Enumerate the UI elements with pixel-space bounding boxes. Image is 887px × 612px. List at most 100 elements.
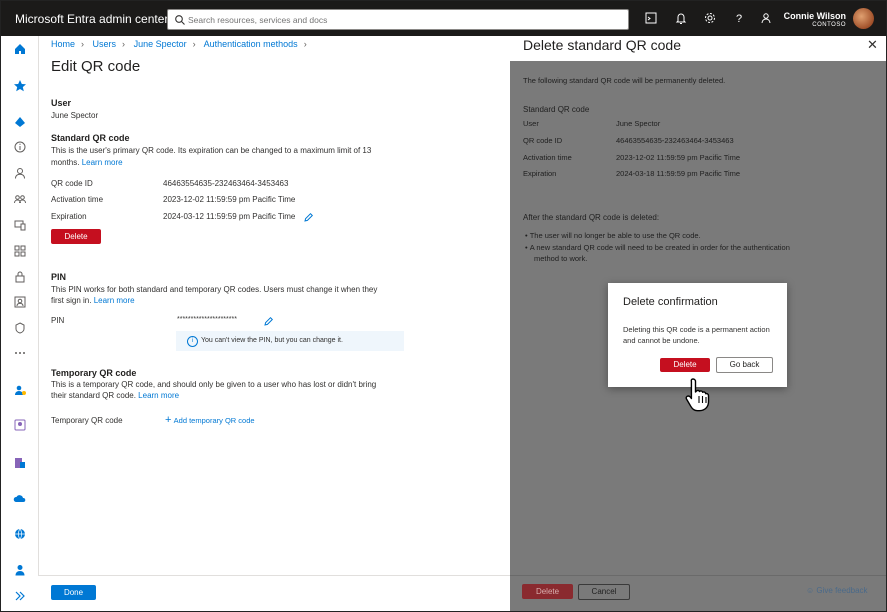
close-icon[interactable]: ✕ [867, 37, 878, 53]
pin-info-text: You can't view the PIN, but you can chan… [201, 337, 343, 344]
user-icon[interactable] [13, 166, 27, 180]
feedback-icon[interactable] [760, 11, 774, 25]
pin-value: ********************** [177, 316, 237, 323]
panel-expiration-value: 2024-03-18 11:59:59 pm Pacific Time [616, 169, 741, 178]
user-section-title: User [51, 98, 72, 108]
app-window: Microsoft Entra admin center ? Connie Wi… [0, 0, 887, 612]
page-title: Edit QR code [51, 58, 141, 75]
home-icon[interactable] [13, 42, 27, 56]
hand-cursor-icon [682, 376, 720, 414]
footer: Done [38, 575, 510, 611]
dialog-go-back-button[interactable]: Go back [716, 357, 773, 373]
standard-desc-cont: months. [51, 158, 80, 167]
breadcrumb-home[interactable]: Home [51, 39, 75, 49]
qr-id-label: QR code ID [51, 179, 93, 188]
search-icon [174, 13, 186, 25]
temp-label: Temporary QR code [51, 416, 123, 425]
feedback-icon: ☺ [806, 586, 815, 595]
dialog-title: Delete confirmation [623, 296, 718, 308]
pin-learn-more-link[interactable]: Learn more [94, 296, 135, 305]
search-box[interactable] [167, 9, 629, 30]
expiration-label: Expiration [51, 212, 87, 221]
temp-section-title: Temporary QR code [51, 368, 137, 378]
globe-icon[interactable] [13, 527, 27, 541]
panel-qr-id-value: 46463554635-232463464-3453463 [616, 136, 734, 145]
standard-delete-button[interactable]: Delete [51, 229, 101, 244]
expand-icon[interactable] [13, 589, 27, 603]
panel-intro: The following standard QR code will be p… [523, 76, 726, 85]
governance-icon[interactable] [13, 321, 27, 335]
badge-icon[interactable] [13, 418, 27, 432]
devices-icon[interactable] [13, 218, 27, 232]
user-name[interactable]: Connie Wilson [784, 11, 846, 21]
avatar[interactable] [853, 8, 874, 29]
search-input[interactable] [186, 11, 620, 28]
edit-expiration-pencil-icon[interactable] [303, 210, 314, 222]
info-icon[interactable] [13, 140, 27, 154]
breadcrumb-sep: › [122, 39, 126, 49]
bell-icon[interactable] [674, 11, 688, 25]
plus-icon: + [165, 414, 172, 426]
panel-after-title: After the standard QR code is deleted: [523, 213, 660, 222]
panel-delete-button[interactable]: Delete [522, 584, 573, 599]
breadcrumb-users[interactable]: Users [93, 39, 117, 49]
identity-icon[interactable] [13, 295, 27, 309]
person-icon[interactable] [13, 563, 27, 577]
pin-desc-cont: first sign in. [51, 296, 92, 305]
panel-bullet-2-cont: method to work. [534, 254, 588, 263]
more-icon[interactable] [13, 346, 27, 360]
temp-learn-more-link[interactable]: Learn more [138, 391, 179, 400]
breadcrumb-auth-methods[interactable]: Authentication methods [204, 39, 298, 49]
gear-icon[interactable] [703, 11, 717, 25]
help-icon[interactable]: ? [732, 11, 746, 25]
standard-section-title: Standard QR code [51, 133, 130, 143]
top-bar: Microsoft Entra admin center ? Connie Wi… [1, 1, 886, 36]
give-feedback-link[interactable]: ☺ Give feedback [806, 586, 868, 595]
dialog-message: Deleting this QR code is a permanent act… [623, 325, 770, 345]
breadcrumb-sep: › [81, 39, 85, 49]
pin-label: PIN [51, 316, 65, 325]
breadcrumb: Home › Users › June Spector › Authenticatio… [51, 39, 313, 49]
cloud-icon[interactable] [13, 492, 27, 506]
expiration-value: 2024-03-12 11:59:59 pm Pacific Time [163, 212, 296, 221]
dialog-delete-button[interactable]: Delete [660, 358, 710, 372]
pin-info-bar: i You can't view the PIN, but you can ch… [176, 331, 404, 351]
activation-value: 2023-12-02 11:59:59 pm Pacific Time [163, 195, 296, 204]
reports-icon[interactable] [13, 456, 27, 470]
done-button[interactable]: Done [51, 585, 96, 600]
edit-pin-pencil-icon[interactable] [263, 314, 274, 326]
delete-confirmation-dialog: Delete confirmation Deleting this QR cod… [608, 283, 787, 387]
breadcrumb-sep: › [192, 39, 196, 49]
qr-id-value: 46463554635-232463464-3453463 [163, 179, 289, 188]
admin-user-icon[interactable] [13, 383, 27, 397]
panel-user-value: June Spector [616, 119, 661, 128]
cloud-shell-icon[interactable] [644, 11, 658, 25]
temp-desc-cont: their standard QR code. [51, 391, 136, 400]
breadcrumb-user[interactable]: June Spector [134, 39, 187, 49]
left-nav [1, 36, 39, 611]
panel-expiration-label: Expiration [523, 169, 557, 178]
user-value: June Spector [51, 111, 99, 120]
apps-icon[interactable] [13, 244, 27, 258]
panel-title: Delete standard QR code [523, 37, 681, 53]
panel-user-label: User [523, 119, 539, 128]
lock-icon[interactable] [13, 270, 27, 284]
breadcrumb-sep: › [303, 39, 307, 49]
panel-qr-id-label: QR code ID [523, 136, 563, 145]
panel-cancel-button[interactable]: Cancel [578, 584, 630, 600]
panel-section-title: Standard QR code [523, 105, 590, 114]
star-icon[interactable] [13, 79, 27, 93]
add-temp-qr-link[interactable]: + Add temporary QR code [165, 414, 255, 426]
app-title[interactable]: Microsoft Entra admin center [15, 12, 168, 26]
panel-activation-label: Activation time [523, 153, 572, 162]
pin-section-title: PIN [51, 272, 67, 282]
panel-activation-value: 2023-12-02 11:59:59 pm Pacific Time [616, 153, 741, 162]
panel-bullet-1: • The user will no longer be able to use… [525, 231, 701, 240]
info-icon: i [187, 336, 198, 347]
standard-learn-more-link[interactable]: Learn more [82, 158, 123, 167]
add-temp-qr-label: Add temporary QR code [173, 416, 255, 425]
groups-icon[interactable] [13, 192, 27, 206]
panel-bullet-2: • A new standard QR code will need to be… [525, 243, 790, 252]
standard-desc: This is the user's primary QR code. Its … [51, 146, 372, 155]
entra-icon[interactable] [13, 115, 27, 129]
